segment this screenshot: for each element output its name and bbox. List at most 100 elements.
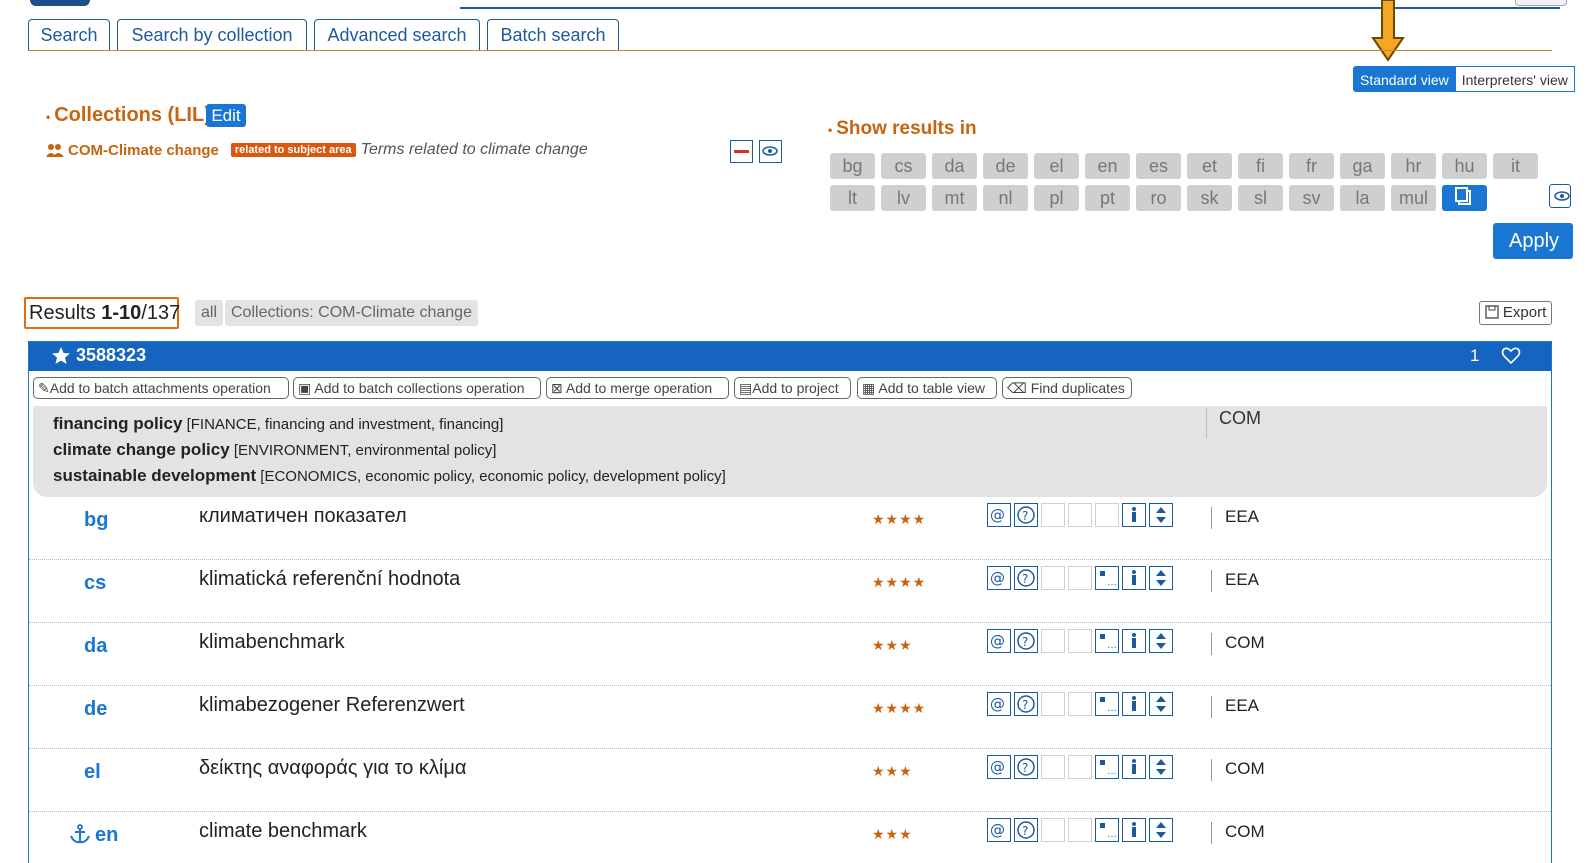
find-duplicates-button[interactable]: ⌫ Find duplicates xyxy=(1002,377,1132,399)
lang-nl[interactable]: nl xyxy=(983,185,1028,211)
apply-button[interactable]: Apply xyxy=(1493,223,1573,259)
person-icon[interactable] xyxy=(1122,692,1146,716)
interpreters-view-button[interactable]: Interpreters' view xyxy=(1455,66,1575,92)
lang-de[interactable]: de xyxy=(983,153,1028,179)
export-button[interactable]: Export xyxy=(1479,301,1552,325)
lang-pt[interactable]: pt xyxy=(1085,185,1130,211)
results-total: /137 xyxy=(141,302,181,324)
sort-icon[interactable] xyxy=(1149,755,1173,779)
eraser-icon: ⌫ xyxy=(1007,380,1031,396)
add-to-project-button[interactable]: ▤Add to project xyxy=(734,377,851,399)
edit-collections-button[interactable]: Edit xyxy=(206,104,246,127)
sort-icon[interactable] xyxy=(1149,692,1173,716)
lang-sk[interactable]: sk xyxy=(1187,185,1232,211)
lang-mul[interactable]: mul xyxy=(1391,185,1436,211)
lang-da[interactable]: da xyxy=(932,153,977,179)
term-text[interactable]: klimatická referenční hodnota xyxy=(199,568,460,591)
divider xyxy=(1211,759,1212,781)
note-icon[interactable]: … xyxy=(1095,692,1119,716)
term-text[interactable]: klimabezogener Referenzwert xyxy=(199,694,465,717)
lang-bg[interactable]: bg xyxy=(830,153,875,179)
note-icon[interactable]: … xyxy=(1095,566,1119,590)
lang-hr[interactable]: hr xyxy=(1391,153,1436,179)
lang-mt[interactable]: mt xyxy=(932,185,977,211)
heart-icon[interactable] xyxy=(1501,346,1521,366)
lang-pl[interactable]: pl xyxy=(1034,185,1079,211)
entry-count: 1 xyxy=(1470,346,1480,365)
lang-fr[interactable]: fr xyxy=(1289,153,1334,179)
lang-ro[interactable]: ro xyxy=(1136,185,1181,211)
email-icon[interactable]: @ xyxy=(987,566,1011,590)
term-text[interactable]: климатичен показател xyxy=(199,505,407,528)
lang-sl[interactable]: sl xyxy=(1238,185,1283,211)
lang-la[interactable]: la xyxy=(1340,185,1385,211)
lang-es[interactable]: es xyxy=(1136,153,1181,179)
help-icon[interactable]: ? xyxy=(1014,755,1038,779)
subject-path: [ECONOMICS, economic policy, economic po… xyxy=(256,468,726,485)
divider xyxy=(1211,570,1212,592)
lang-it[interactable]: it xyxy=(1493,153,1538,179)
lang-lt[interactable]: lt xyxy=(830,185,875,211)
reliability-stars: ★★★ xyxy=(872,763,913,779)
preview-collection-button[interactable] xyxy=(759,140,782,163)
lang-en[interactable]: en xyxy=(1085,153,1130,179)
sort-icon[interactable] xyxy=(1149,818,1173,842)
lang-sv[interactable]: sv xyxy=(1289,185,1334,211)
sort-icon[interactable] xyxy=(1149,566,1173,590)
top-right-control[interactable] xyxy=(1515,0,1567,6)
note-icon[interactable]: … xyxy=(1095,755,1119,779)
collections-icon: ▣ xyxy=(298,380,315,396)
help-icon[interactable]: ? xyxy=(1014,566,1038,590)
sort-icon[interactable] xyxy=(1149,503,1173,527)
add-to-batch-attachments-button[interactable]: ✎Add to batch attachments operation xyxy=(33,377,289,399)
standard-view-button[interactable]: Standard view xyxy=(1353,66,1456,92)
lang-ga[interactable]: ga xyxy=(1340,153,1385,179)
help-icon[interactable]: ? xyxy=(1014,818,1038,842)
lang-fi[interactable]: fi xyxy=(1238,153,1283,179)
star-icon[interactable] xyxy=(51,346,71,366)
lang-lv[interactable]: lv xyxy=(881,185,926,211)
note-icon[interactable]: … xyxy=(1095,629,1119,653)
person-icon[interactable] xyxy=(1122,566,1146,590)
filter-chip-collection[interactable]: Collections: COM-Climate change xyxy=(225,300,478,326)
email-icon[interactable]: @ xyxy=(987,755,1011,779)
collection-name-link[interactable]: COM-Climate change xyxy=(68,142,219,159)
tab-search-by-collection[interactable]: Search by collection xyxy=(117,19,307,51)
person-icon[interactable] xyxy=(1122,503,1146,527)
help-icon[interactable]: ? xyxy=(1014,692,1038,716)
filter-chip-all[interactable]: all xyxy=(195,300,224,326)
view-switch: Standard view Interpreters' view xyxy=(1353,66,1575,92)
person-icon[interactable] xyxy=(1122,629,1146,653)
empty-icon xyxy=(1041,692,1065,716)
term-text[interactable]: climate benchmark xyxy=(199,820,367,843)
tab-advanced-search[interactable]: Advanced search xyxy=(314,19,480,51)
add-to-merge-button[interactable]: ⊠ Add to merge operation xyxy=(546,377,729,399)
help-icon[interactable]: ? xyxy=(1014,503,1038,527)
tab-search[interactable]: Search xyxy=(28,19,110,51)
eye-icon[interactable] xyxy=(1549,184,1571,208)
lang-et[interactable]: et xyxy=(1187,153,1232,179)
email-icon[interactable]: @ xyxy=(987,503,1011,527)
person-icon[interactable] xyxy=(1122,818,1146,842)
lang-el[interactable]: el xyxy=(1034,153,1079,179)
email-icon[interactable]: @ xyxy=(987,629,1011,653)
empty-icon xyxy=(1068,503,1092,527)
email-icon[interactable]: @ xyxy=(987,692,1011,716)
person-icon[interactable] xyxy=(1122,755,1146,779)
add-to-table-view-button[interactable]: ▦ Add to table view xyxy=(857,377,997,399)
term-language: da xyxy=(84,635,108,657)
help-icon[interactable]: ? xyxy=(1014,629,1038,653)
sort-icon[interactable] xyxy=(1149,629,1173,653)
subject-path: [FINANCE, financing and investment, fina… xyxy=(182,416,504,433)
tab-batch-search[interactable]: Batch search xyxy=(487,19,619,51)
term-text[interactable]: δείκτης αναφοράς για το κλίμα xyxy=(199,757,466,780)
note-icon[interactable]: … xyxy=(1095,818,1119,842)
lang-cs[interactable]: cs xyxy=(881,153,926,179)
lang-hu[interactable]: hu xyxy=(1442,153,1487,179)
add-to-batch-collections-button[interactable]: ▣ Add to batch collections operation xyxy=(293,377,541,399)
remove-collection-button[interactable] xyxy=(730,140,753,163)
entry-id[interactable]: 3588323 xyxy=(76,345,146,366)
term-text[interactable]: klimabenchmark xyxy=(199,631,345,654)
copy-languages-button[interactable] xyxy=(1442,185,1487,211)
email-icon[interactable]: @ xyxy=(987,818,1011,842)
